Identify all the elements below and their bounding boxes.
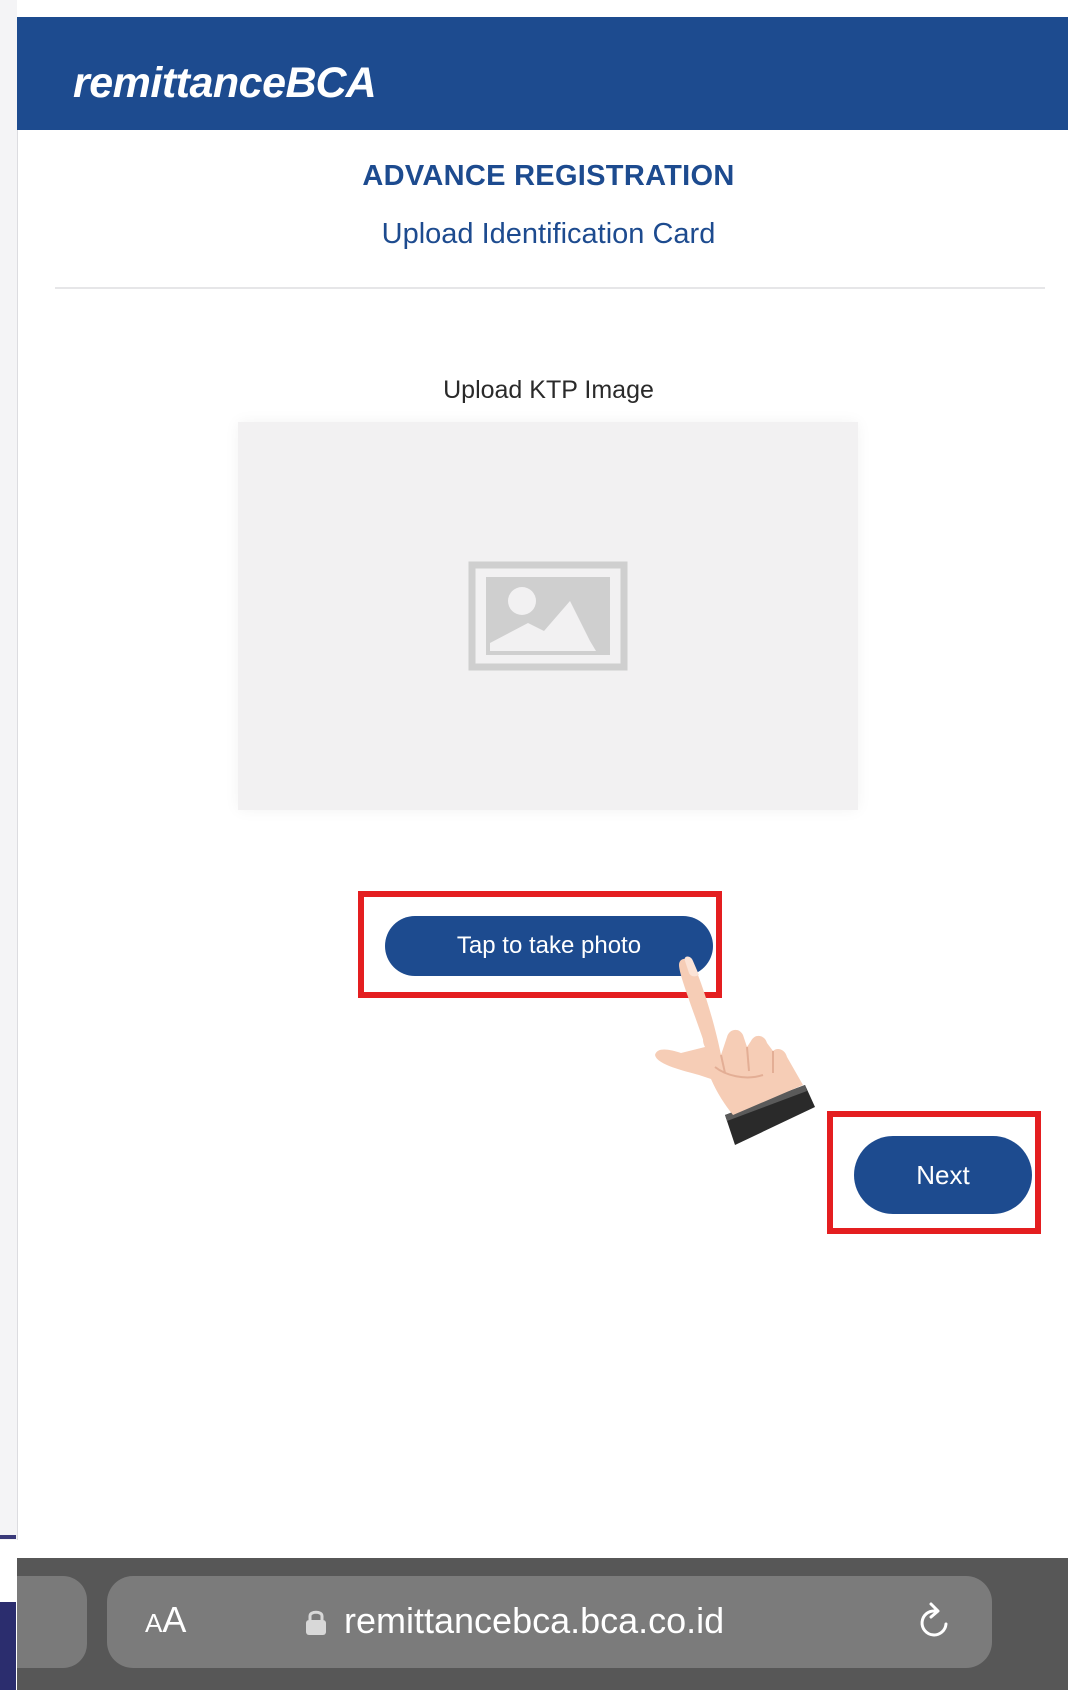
brand-suffix: BCA xyxy=(285,59,376,107)
upload-label: Upload KTP Image xyxy=(443,376,654,404)
app-header: remittanceBCA xyxy=(17,17,1068,130)
next-button[interactable]: Next xyxy=(854,1136,1032,1214)
lock-icon xyxy=(306,1610,326,1635)
left-edge-block xyxy=(0,1602,16,1690)
text-size-large: A xyxy=(162,1599,187,1640)
page-title: ADVANCE REGISTRATION xyxy=(362,160,735,192)
hand-pointer-icon xyxy=(655,956,815,1145)
ktp-image-preview[interactable] xyxy=(238,422,858,810)
text-size-small: A xyxy=(145,1608,163,1638)
reload-icon[interactable] xyxy=(913,1600,957,1644)
left-edge-mark xyxy=(0,1535,16,1539)
brand-logo[interactable]: remittanceBCA xyxy=(73,59,377,108)
browser-tab-stub[interactable] xyxy=(17,1576,87,1668)
image-placeholder-icon xyxy=(468,561,628,671)
page-subtitle: Upload Identification Card xyxy=(381,218,716,250)
text-size-button[interactable]: AA xyxy=(145,1599,186,1641)
page: remittanceBCA ADVANCE REGISTRATION Uploa… xyxy=(0,0,1068,1690)
left-edge xyxy=(0,0,18,1540)
brand-prefix: remittance xyxy=(73,59,286,107)
top-strip xyxy=(17,0,1068,17)
divider xyxy=(55,287,1045,289)
address-url[interactable]: remittancebca.bca.co.id xyxy=(344,1600,724,1642)
